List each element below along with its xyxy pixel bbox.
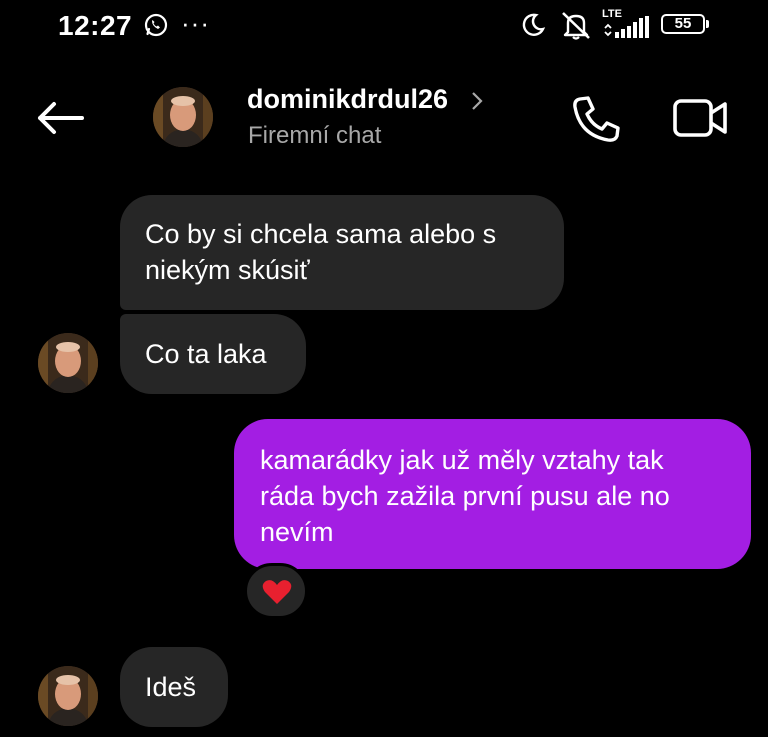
contact-avatar[interactable] [153, 87, 213, 147]
message-bubble-outgoing[interactable]: kamarádky jak už měly vztahy tak ráda by… [234, 419, 751, 569]
chevron-right-icon[interactable] [470, 90, 484, 112]
message-bubble-incoming[interactable]: Co by si chcela sama alebo s niekým skús… [120, 195, 564, 310]
notification-more-icon: ··· [181, 8, 210, 38]
battery-icon: 55 [661, 14, 705, 34]
mute-icon [562, 12, 590, 40]
message-bubble-incoming[interactable]: Co ta laka [120, 314, 306, 394]
battery-tip [706, 20, 709, 28]
avatar-photo [38, 666, 98, 726]
avatar-photo [38, 333, 98, 393]
heart-icon [262, 580, 292, 604]
message-bubble-incoming[interactable]: Ideš [120, 647, 228, 727]
avatar-photo [153, 87, 213, 147]
status-time: 12:27 [58, 10, 133, 41]
whatsapp-icon [144, 13, 168, 37]
sender-avatar[interactable] [38, 333, 98, 393]
sender-avatar[interactable] [38, 666, 98, 726]
signal-icon [604, 16, 649, 38]
back-arrow-icon[interactable] [34, 98, 86, 138]
contact-subtitle: Firemní chat [248, 122, 382, 149]
video-icon[interactable] [672, 96, 728, 140]
contact-name[interactable]: dominikdrdul26 [247, 84, 448, 115]
message-reaction[interactable] [244, 563, 308, 619]
moon-icon [522, 13, 546, 36]
phone-icon[interactable] [570, 93, 622, 145]
